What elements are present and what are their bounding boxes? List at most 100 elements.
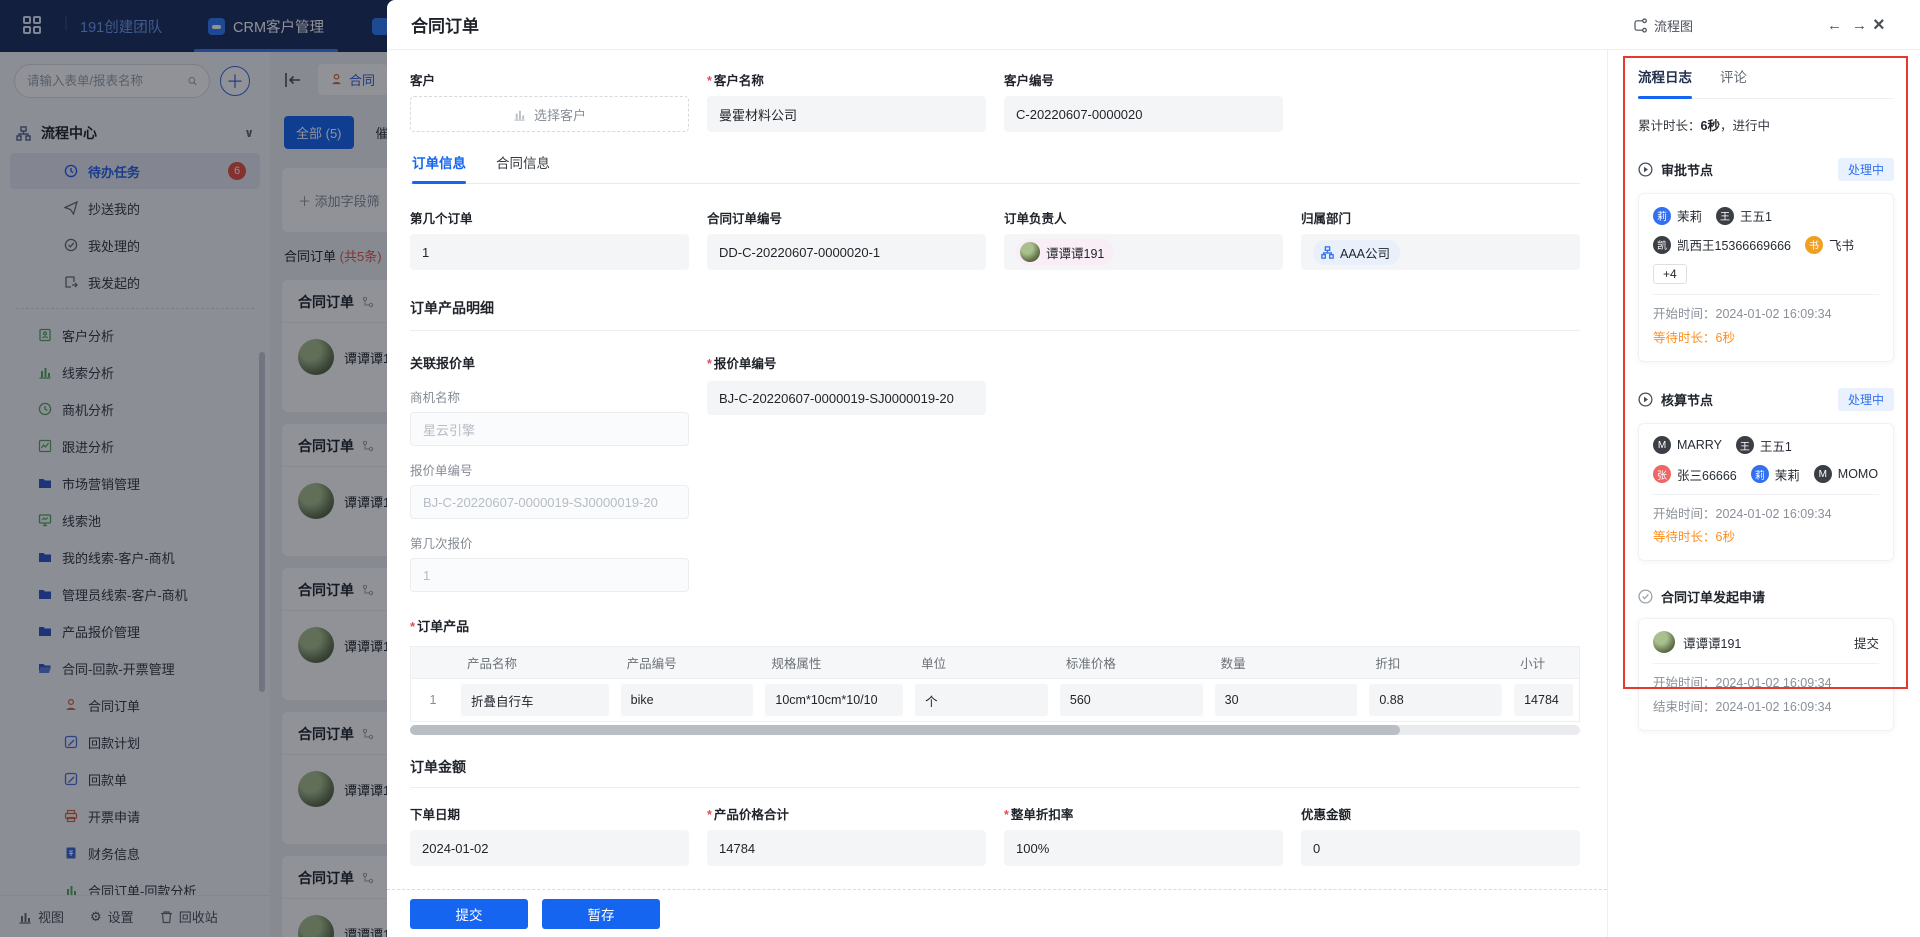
scrollbar-thumb[interactable] bbox=[410, 725, 1400, 735]
org-tree-icon bbox=[1321, 246, 1334, 259]
col-unit: 单位 bbox=[909, 647, 1054, 678]
node-accounting: 核算节点 处理中 bbox=[1638, 388, 1894, 411]
related-quote-label: 关联报价单 bbox=[410, 353, 689, 371]
member-name: 王五1 bbox=[1760, 436, 1792, 455]
tab-flow-log[interactable]: 流程日志 bbox=[1638, 66, 1692, 98]
node-times: 开始时间：2024-01-02 16:09:34 结束时间：2024-01-02… bbox=[1653, 663, 1879, 720]
cell-spec[interactable]: 10cm*10cm*10/10 bbox=[765, 684, 903, 716]
member-avatar: 书 bbox=[1805, 236, 1823, 254]
required-mark: * bbox=[1004, 808, 1009, 822]
quote-times-field: 1 bbox=[410, 558, 689, 592]
member: M MARRY bbox=[1653, 436, 1722, 454]
owner-pill: 谭谭谭191 bbox=[1016, 239, 1114, 265]
cell-qty[interactable]: 30 bbox=[1215, 684, 1358, 716]
submit-action-label: 提交 bbox=[1854, 633, 1879, 652]
save-draft-button[interactable]: 暂存 bbox=[542, 899, 660, 929]
form-tabs: 订单信息 合同信息 bbox=[410, 152, 1580, 184]
coupon-amount-label: 优惠金额 bbox=[1301, 804, 1580, 822]
member-name: 凯西王15366669666 bbox=[1677, 235, 1791, 254]
tab-contract-info[interactable]: 合同信息 bbox=[496, 152, 550, 183]
total-duration: 6秒 bbox=[1701, 119, 1720, 133]
node-card: 莉茉莉 王王五1 凯凯西王15366669666 书飞书 +4 开始时间：202… bbox=[1638, 193, 1894, 362]
flowchart-button[interactable]: 流程图 bbox=[1633, 0, 1693, 50]
cell-unit[interactable]: 个 bbox=[915, 684, 1048, 716]
discount-rate-field[interactable]: 100% bbox=[1004, 830, 1283, 866]
cell-std-price[interactable]: 560 bbox=[1060, 684, 1203, 716]
customer-no-field[interactable]: C-20220607-0000020 bbox=[1004, 96, 1283, 132]
total-price-label: *产品价格合计 bbox=[707, 804, 986, 822]
modal-title: 合同订单 bbox=[411, 12, 479, 37]
node-title: 核算节点 bbox=[1661, 390, 1713, 409]
wait-duration: 等待时长：6秒 bbox=[1653, 526, 1879, 550]
customer-name-field[interactable]: 曼霍材料公司 bbox=[707, 96, 986, 132]
member-name: 飞书 bbox=[1829, 235, 1854, 254]
member-avatar: 莉 bbox=[1751, 465, 1769, 483]
customer-label: 客户 bbox=[410, 70, 689, 88]
section-order-amount: 订单金额 bbox=[410, 757, 1580, 777]
member-avatar: 王 bbox=[1736, 436, 1754, 454]
dept-name: AAA公司 bbox=[1340, 243, 1390, 262]
table-row: 1 折叠自行车 bike 10cm*10cm*10/10 个 560 30 0.… bbox=[410, 678, 1580, 722]
owner-field[interactable]: 谭谭谭191 bbox=[1004, 234, 1283, 270]
cell-discount[interactable]: 0.88 bbox=[1369, 684, 1502, 716]
member-name: MOMO bbox=[1838, 467, 1878, 481]
submit-button[interactable]: 提交 bbox=[410, 899, 528, 929]
member-avatar: M bbox=[1653, 436, 1671, 454]
products-table: 产品名称 产品编号 规格属性 单位 标准价格 数量 折扣 小计 1 折叠自行车 … bbox=[410, 646, 1580, 735]
coupon-amount-field[interactable]: 0 bbox=[1301, 830, 1580, 866]
screen: | 191创建团队 CRM客户管理 ＋ 流程中心 ∨ 待办任务 6 bbox=[0, 0, 1920, 937]
quote-no-required-field[interactable]: BJ-C-20220607-0000019-SJ0000019-20 bbox=[707, 381, 986, 415]
bar-chart-icon bbox=[513, 108, 526, 121]
member-name: 王五1 bbox=[1740, 206, 1772, 225]
check-circle-icon bbox=[1638, 589, 1653, 604]
select-customer-button[interactable]: 选择客户 bbox=[410, 96, 689, 132]
more-members-button[interactable]: +4 bbox=[1653, 264, 1687, 284]
order-index-field[interactable]: 1 bbox=[410, 234, 689, 270]
node-approval: 审批节点 处理中 bbox=[1638, 158, 1894, 181]
order-date-field[interactable]: 2024-01-02 bbox=[410, 830, 689, 866]
cell-subtotal[interactable]: 14784 bbox=[1514, 684, 1573, 716]
status-badge: 处理中 bbox=[1838, 158, 1894, 181]
col-std-price: 标准价格 bbox=[1054, 647, 1209, 678]
member-avatar: 张 bbox=[1653, 465, 1671, 483]
quote-no-field: BJ-C-20220607-0000019-SJ0000019-20 bbox=[410, 485, 689, 519]
dept-pill: AAA公司 bbox=[1313, 240, 1400, 265]
required-mark: * bbox=[707, 808, 712, 822]
section-divider bbox=[410, 330, 1580, 331]
member-name: MARRY bbox=[1677, 438, 1722, 452]
contract-order-modal: 合同订单 流程图 ← → × 客户 选择客户 bbox=[387, 0, 1920, 937]
col-index bbox=[411, 647, 455, 678]
next-record-arrow[interactable]: → bbox=[1852, 17, 1867, 34]
table-h-scrollbar[interactable] bbox=[410, 725, 1580, 735]
cell-product-no[interactable]: bike bbox=[621, 684, 754, 716]
biz-name-label: 商机名称 bbox=[410, 387, 689, 406]
quote-times-label: 第几次报价 bbox=[410, 533, 689, 552]
member: MMOMO bbox=[1814, 465, 1878, 483]
member: 书飞书 bbox=[1805, 235, 1854, 254]
required-mark: * bbox=[707, 74, 712, 88]
prev-record-arrow[interactable]: ← bbox=[1827, 17, 1842, 34]
member-name: 茉莉 bbox=[1775, 465, 1800, 484]
owner-label: 订单负责人 bbox=[1004, 208, 1283, 226]
owner-name: 谭谭谭191 bbox=[1046, 243, 1104, 262]
products-table-header: 产品名称 产品编号 规格属性 单位 标准价格 数量 折扣 小计 bbox=[410, 646, 1580, 678]
tab-order-info[interactable]: 订单信息 bbox=[412, 152, 466, 183]
dept-field[interactable]: AAA公司 bbox=[1301, 234, 1580, 270]
flow-panel-tabs: 流程日志 评论 bbox=[1638, 66, 1894, 99]
flow-summary: 累计时长：6秒，进行中 bbox=[1638, 115, 1894, 134]
member: 张张三66666 bbox=[1653, 465, 1737, 484]
contract-no-field[interactable]: DD-C-20220607-0000020-1 bbox=[707, 234, 986, 270]
customer-name-label: *客户名称 bbox=[707, 70, 986, 88]
total-price-field[interactable]: 14784 bbox=[707, 830, 986, 866]
tab-comments[interactable]: 评论 bbox=[1720, 66, 1747, 98]
node-title: 合同订单发起申请 bbox=[1661, 587, 1765, 606]
row-index: 1 bbox=[411, 679, 455, 721]
flowchart-icon bbox=[1633, 18, 1648, 33]
flow-log-panel: 流程日志 评论 累计时长：6秒，进行中 审批节点 处理中 莉茉莉 王王五1 凯凯… bbox=[1607, 50, 1920, 937]
member: 王王五1 bbox=[1736, 436, 1792, 455]
node-card: 谭谭谭191 提交 开始时间：2024-01-02 16:09:34 结束时间：… bbox=[1638, 618, 1894, 731]
avatar bbox=[1653, 631, 1675, 653]
cell-product-name[interactable]: 折叠自行车 bbox=[461, 684, 609, 716]
form-footer: 提交 暂存 bbox=[387, 889, 1607, 937]
close-icon[interactable]: × bbox=[1873, 0, 1885, 50]
